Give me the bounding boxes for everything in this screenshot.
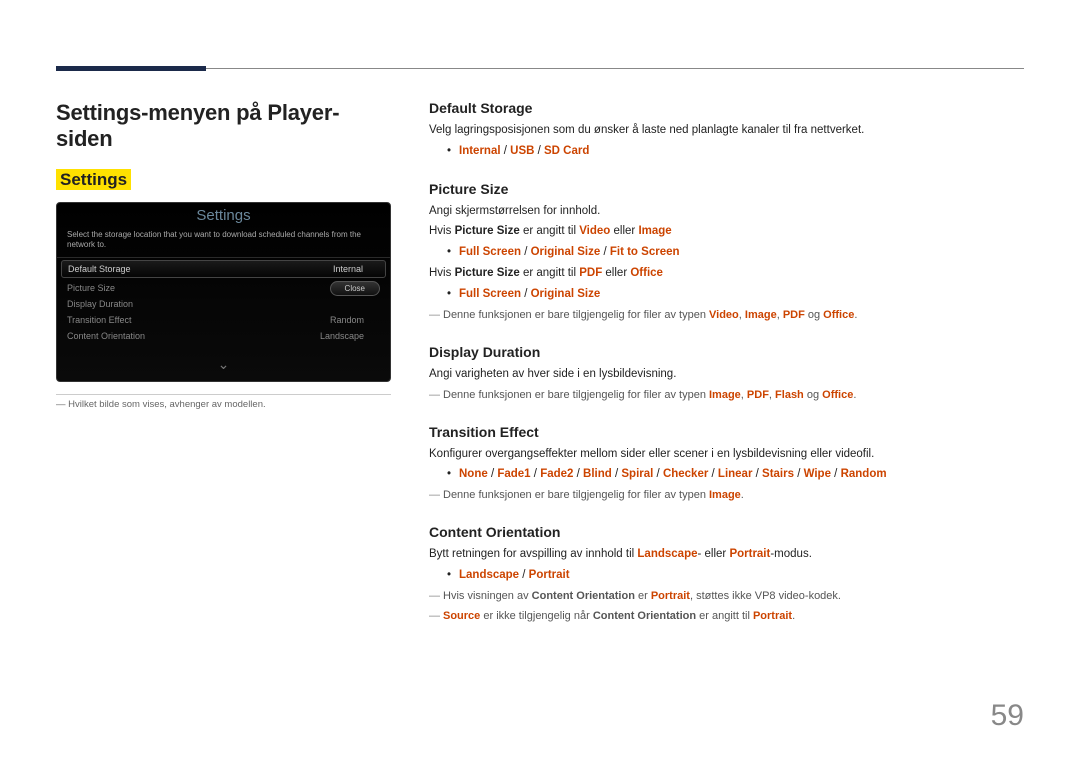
page-content: Settings-menyen på Player-siden Settings… <box>56 100 1024 645</box>
row-value: Random <box>330 315 364 325</box>
option-list: Full Screen / Original Size / Fit to Scr… <box>429 244 1024 262</box>
opt: Internal <box>459 145 501 157</box>
row-value: Landscape <box>320 331 364 341</box>
section-text: Hvis Picture Size er angitt til Video el… <box>429 223 1024 241</box>
row-label: Display Duration <box>67 299 133 309</box>
section-text: Konfigurer overgangseffekter mellom side… <box>429 446 1024 464</box>
section-text: Hvis Picture Size er angitt til PDF elle… <box>429 265 1024 283</box>
section-text: Angi skjermstørrelsen for innhold. <box>429 203 1024 221</box>
row-label: Transition Effect <box>67 315 132 325</box>
screenshot-description: Select the storage location that you wan… <box>57 228 390 258</box>
opt: USB <box>510 145 534 157</box>
page-title: Settings-menyen på Player-siden <box>56 100 391 152</box>
section-picture-size: Picture Size Angi skjermstørrelsen for i… <box>429 181 1024 324</box>
page-number: 59 <box>991 699 1024 733</box>
left-column: Settings-menyen på Player-siden Settings… <box>56 100 391 645</box>
row-value: Internal <box>333 264 363 274</box>
note: Denne funksjonen er bare tilgjengelig fo… <box>429 307 1024 324</box>
page-subtitle: Settings <box>56 169 131 190</box>
menu-row-default-storage: Default Storage Internal <box>61 260 386 278</box>
chevron-down-icon: ⌄ <box>218 356 230 373</box>
menu-row-transition-effect: Transition Effect Random <box>57 312 390 328</box>
section-transition-effect: Transition Effect Konfigurer overgangsef… <box>429 424 1024 505</box>
option-list: Landscape / Portrait <box>429 567 1024 585</box>
section-default-storage: Default Storage Velg lagringsposisjonen … <box>429 100 1024 161</box>
section-text: Angi varigheten av hver side i en lysbil… <box>429 366 1024 384</box>
option-list: None / Fade1 / Fade2 / Blind / Spiral / … <box>429 466 1024 484</box>
section-heading: Picture Size <box>429 181 1024 197</box>
section-heading: Content Orientation <box>429 524 1024 540</box>
header-accent <box>56 66 206 71</box>
screenshot-title: Settings <box>57 203 390 228</box>
note: Denne funksjonen er bare tilgjengelig fo… <box>429 487 1024 504</box>
section-heading: Transition Effect <box>429 424 1024 440</box>
option-list: Full Screen / Original Size <box>429 286 1024 304</box>
section-text: Bytt retningen for avspilling av innhold… <box>429 546 1024 564</box>
section-display-duration: Display Duration Angi varigheten av hver… <box>429 344 1024 404</box>
screenshot-footnote: Hvilket bilde som vises, avhenger av mod… <box>56 394 391 410</box>
menu-row-content-orientation: Content Orientation Landscape <box>57 328 390 344</box>
note: Denne funksjonen er bare tilgjengelig fo… <box>429 387 1024 404</box>
section-text: Velg lagringsposisjonen som du ønsker å … <box>429 122 1024 140</box>
row-label: Default Storage <box>68 264 131 274</box>
note: Source er ikke tilgjengelig når Content … <box>429 608 1024 625</box>
opt: SD Card <box>544 145 589 157</box>
right-column: Default Storage Velg lagringsposisjonen … <box>429 100 1024 645</box>
device-screenshot: Settings Select the storage location tha… <box>56 202 391 382</box>
note: Hvis visningen av Content Orientation er… <box>429 588 1024 605</box>
close-button[interactable]: Close <box>330 281 380 296</box>
option-list: Internal / USB / SD Card <box>429 143 1024 161</box>
menu-row-display-duration: Display Duration <box>57 296 390 312</box>
section-content-orientation: Content Orientation Bytt retningen for a… <box>429 524 1024 625</box>
row-label: Picture Size <box>67 283 115 293</box>
section-heading: Display Duration <box>429 344 1024 360</box>
row-label: Content Orientation <box>67 331 145 341</box>
section-heading: Default Storage <box>429 100 1024 116</box>
